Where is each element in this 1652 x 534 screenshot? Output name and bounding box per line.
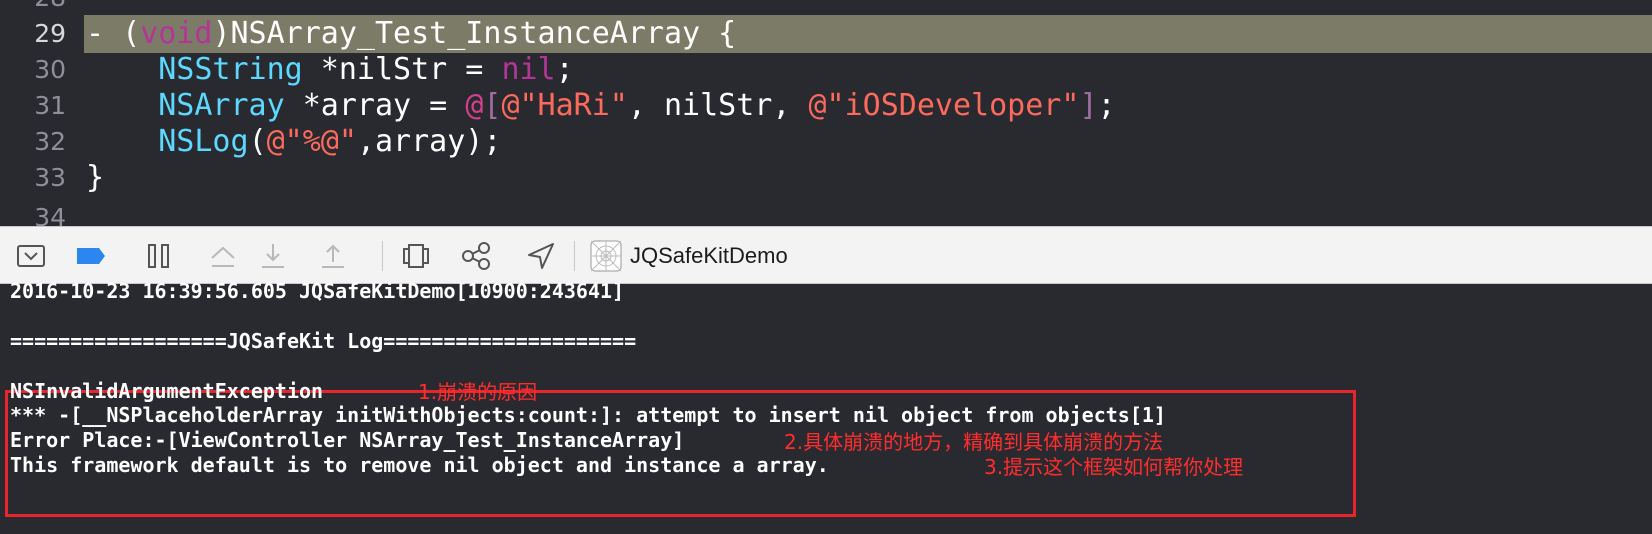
- app-target-name[interactable]: JQSafeKitDemo: [630, 240, 788, 272]
- code-line[interactable]: 32 NSLog(@"%@",array);: [0, 123, 1652, 161]
- line-number: 31: [34, 91, 66, 120]
- line-number: 32: [34, 127, 66, 156]
- toolbar-separator: [574, 241, 575, 271]
- code-line[interactable]: 34: [0, 199, 1652, 226]
- app-target-icon[interactable]: [590, 240, 622, 272]
- debug-toolbar: JQSafeKitDemo: [0, 226, 1652, 284]
- line-number: 33: [34, 163, 66, 192]
- pause-icon[interactable]: [142, 239, 176, 273]
- step-over-icon[interactable]: [206, 239, 240, 273]
- console-exception-reason: *** -[__NSPlaceholderArray initWithObjec…: [10, 403, 1166, 427]
- code-text[interactable]: NSArray *array = @[@"HaRi", nilStr, @"iO…: [84, 87, 1652, 125]
- code-text[interactable]: NSLog(@"%@",array);: [84, 123, 1652, 161]
- toolbar-separator: [382, 241, 383, 271]
- annotation-note-location: 2.具体崩溃的地方，精确到具体崩溃的方法: [784, 430, 1164, 454]
- step-into-icon[interactable]: [256, 239, 290, 273]
- code-line[interactable]: 31 NSArray *array = @[@"HaRi", nilStr, @…: [0, 87, 1652, 125]
- code-text[interactable]: - (void)NSArray_Test_InstanceArray {: [84, 15, 1652, 53]
- annotation-note-cause: 1.崩溃的原因: [418, 380, 538, 404]
- debug-console[interactable]: 2016-10-23 16:39:56.605 JQSafeKitDemo[10…: [0, 279, 1652, 534]
- code-text[interactable]: [84, 199, 1652, 226]
- console-exception-name: NSInvalidArgumentException: [10, 379, 324, 403]
- console-framework-note: This framework default is to remove nil …: [10, 453, 829, 477]
- step-out-icon[interactable]: [316, 239, 350, 273]
- code-line[interactable]: 30 NSString *nilStr = nil;: [0, 51, 1652, 89]
- memory-graph-icon[interactable]: [460, 239, 494, 273]
- simulate-location-icon[interactable]: [524, 239, 558, 273]
- console-separator-line: ==================JQSafeKit Log=========…: [10, 329, 637, 353]
- console-error-place: Error Place:-[ViewController NSArray_Tes…: [10, 428, 685, 452]
- view-hierarchy-icon[interactable]: [399, 239, 433, 273]
- line-number: 30: [34, 55, 66, 84]
- code-line-highlighted[interactable]: 29 - (void)NSArray_Test_InstanceArray {: [0, 15, 1652, 53]
- breakpoint-toggle-icon[interactable]: [74, 239, 108, 273]
- code-editor[interactable]: 28 29 - (void)NSArray_Test_InstanceArray…: [0, 0, 1652, 226]
- line-number: 29: [34, 19, 66, 48]
- annotation-note-handling: 3.提示这个框架如何帮你处理: [984, 455, 1244, 479]
- console-timestamp-line: 2016-10-23 16:39:56.605 JQSafeKitDemo[10…: [10, 279, 625, 303]
- code-text[interactable]: }: [84, 159, 1652, 197]
- code-line[interactable]: 33 }: [0, 159, 1652, 197]
- hide-debug-area-icon[interactable]: [14, 239, 48, 273]
- code-text[interactable]: NSString *nilStr = nil;: [84, 51, 1652, 89]
- line-number: 34: [34, 203, 66, 226]
